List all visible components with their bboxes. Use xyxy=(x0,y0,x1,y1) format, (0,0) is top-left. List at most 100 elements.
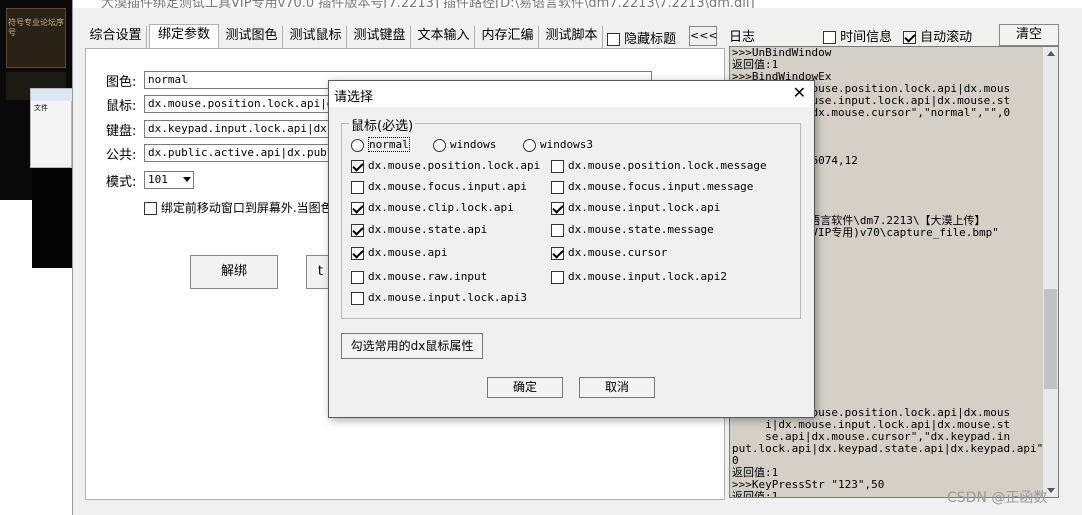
radio-label: windows xyxy=(450,138,497,151)
mode-select[interactable]: 101 xyxy=(144,171,194,189)
option-checkbox[interactable] xyxy=(351,159,364,173)
option-dx-mouse-position-lock-message[interactable]: dx.mouse.position.lock.message xyxy=(551,159,767,173)
display-label: 图色: xyxy=(106,75,137,90)
keypad-label: 键盘: xyxy=(106,124,137,139)
option-checkbox[interactable] xyxy=(551,246,564,260)
cancel-button[interactable]: 取消 xyxy=(579,377,655,398)
dialog-titlebar: 请选择 ✕ xyxy=(329,81,814,107)
radio-label: normal xyxy=(368,137,410,152)
hide-title-checkbox[interactable] xyxy=(607,33,620,46)
option-label: dx.mouse.raw.input xyxy=(368,270,488,283)
tab-bind-params[interactable]: 绑定参数 xyxy=(149,24,219,48)
option-label: dx.mouse.state.message xyxy=(568,223,714,236)
option-dx-mouse-raw-input[interactable]: dx.mouse.raw.input xyxy=(351,270,487,284)
log-title: 日志 xyxy=(729,30,756,45)
option-label: dx.mouse.input.lock.api xyxy=(568,201,721,214)
auto-scroll-option[interactable]: 自动滚动 xyxy=(903,26,972,45)
tab-text-input[interactable]: 文本输入 xyxy=(413,26,475,48)
option-dx-mouse-cursor[interactable]: dx.mouse.cursor xyxy=(551,246,667,260)
option-label: dx.mouse.input.lock.api3 xyxy=(368,291,527,304)
time-info-checkbox[interactable] xyxy=(823,31,836,44)
public-label: 公共: xyxy=(106,148,137,163)
option-label: dx.mouse.cursor xyxy=(568,246,668,259)
window-titlebar: 大漠插件绑定测试工具VIP专用v70.0 插件版本号[7.2213] 插件路径[… xyxy=(73,0,1082,8)
radio-button[interactable] xyxy=(351,138,364,152)
option-dx-mouse-input-lock-api[interactable]: dx.mouse.input.lock.api xyxy=(551,201,720,215)
option-label: dx.mouse.input.lock.api2 xyxy=(568,270,727,283)
move-window-label: 绑定前移动窗口到屏幕外.当图色 xyxy=(160,201,333,215)
option-label: dx.mouse.focus.input.message xyxy=(568,180,754,193)
option-dx-mouse-focus-input-message[interactable]: dx.mouse.focus.input.message xyxy=(551,180,753,194)
option-dx-mouse-input-lock-api3[interactable]: dx.mouse.input.lock.api3 xyxy=(351,291,527,305)
option-dx-mouse-position-lock-api[interactable]: dx.mouse.position.lock.api xyxy=(351,159,540,173)
option-label: dx.mouse.position.lock.message xyxy=(568,159,767,172)
watermark: CSDN @正函数 xyxy=(947,490,1048,506)
unbind-button[interactable]: 解绑 xyxy=(190,255,278,289)
close-icon[interactable]: ✕ xyxy=(793,84,806,102)
radio-option-windows3[interactable]: windows3 xyxy=(523,138,593,152)
option-checkbox[interactable] xyxy=(351,270,364,284)
tab-test-mouse[interactable]: 测试鼠标 xyxy=(285,26,347,48)
scroll-up-icon[interactable] xyxy=(1047,51,1055,56)
option-checkbox[interactable] xyxy=(551,180,564,194)
thumbnail-toolbar xyxy=(31,89,73,101)
select-dialog: 请选择 ✕ 鼠标(必选) normal windows windows3 dx.mou… xyxy=(328,80,815,418)
option-label: dx.mouse.clip.lock.api xyxy=(368,201,514,214)
log-scrollbar-thumb[interactable] xyxy=(1044,289,1057,389)
option-dx-mouse-input-lock-api2[interactable]: dx.mouse.input.lock.api2 xyxy=(551,270,727,284)
tab-test-script[interactable]: 测试脚本 xyxy=(541,26,603,48)
tab-general[interactable]: 综合设置 xyxy=(85,26,147,48)
background-dark-window xyxy=(32,168,72,268)
tab-test-keyboard[interactable]: 测试键盘 xyxy=(349,26,411,48)
clear-log-button[interactable]: 清空 xyxy=(999,24,1059,46)
chevron-down-icon[interactable] xyxy=(183,177,191,182)
ok-button[interactable]: 确定 xyxy=(487,377,563,398)
game-panel xyxy=(6,8,66,68)
game-text: 符号专业论坛序号 xyxy=(8,18,64,37)
hide-title-option[interactable]: 隐藏标题 xyxy=(607,28,676,47)
option-dx-mouse-state-api[interactable]: dx.mouse.state.api xyxy=(351,223,487,237)
dialog-title: 请选择 xyxy=(334,90,374,105)
time-info-option[interactable]: 时间信息 xyxy=(823,26,892,45)
option-dx-mouse-clip-lock-api[interactable]: dx.mouse.clip.lock.api xyxy=(351,201,514,215)
option-checkbox[interactable] xyxy=(551,270,564,284)
tab-memory-asm[interactable]: 内存汇编 xyxy=(477,26,539,48)
option-label: dx.mouse.focus.input.api xyxy=(368,180,527,193)
option-checkbox[interactable] xyxy=(551,201,564,215)
radio-option-normal[interactable]: normal xyxy=(351,137,410,152)
radio-label: windows3 xyxy=(540,138,593,151)
mode-value: 101 xyxy=(148,173,168,186)
option-checkbox[interactable] xyxy=(351,223,364,237)
mode-label: 模式: xyxy=(106,175,137,190)
option-dx-mouse-api[interactable]: dx.mouse.api xyxy=(351,246,447,260)
auto-scroll-checkbox[interactable] xyxy=(903,31,916,44)
log-scrollbar[interactable] xyxy=(1042,47,1058,497)
scroll-down-icon[interactable] xyxy=(1047,488,1055,493)
option-label: dx.mouse.state.api xyxy=(368,223,488,236)
thumbnail-label: 文件 xyxy=(34,104,48,112)
background-explorer-thumbnail: 文件 xyxy=(30,88,73,168)
option-label: dx.mouse.api xyxy=(368,246,448,259)
option-checkbox[interactable] xyxy=(551,223,564,237)
option-checkbox[interactable] xyxy=(551,159,564,173)
radio-button[interactable] xyxy=(523,138,536,152)
hide-title-label: 隐藏标题 xyxy=(624,32,677,47)
tab-scroll-button[interactable]: <<< xyxy=(689,26,718,46)
radio-option-windows[interactable]: windows xyxy=(433,138,496,152)
mouse-options-group xyxy=(341,123,801,319)
option-checkbox[interactable] xyxy=(351,201,364,215)
tab-test-color[interactable]: 测试图色 xyxy=(221,26,283,48)
option-dx-mouse-state-message[interactable]: dx.mouse.state.message xyxy=(551,223,714,237)
tab-bar: 综合设置 绑定参数 测试图色 测试鼠标 测试键盘 文本输入 内存汇编 测试脚本 … xyxy=(85,24,725,48)
select-common-button[interactable]: 勾选常用的dx鼠标属性 xyxy=(341,333,483,359)
option-checkbox[interactable] xyxy=(351,246,364,260)
option-checkbox[interactable] xyxy=(351,291,364,305)
option-label: dx.mouse.position.lock.api xyxy=(368,159,541,172)
time-info-label: 时间信息 xyxy=(840,30,893,45)
radio-button[interactable] xyxy=(433,138,446,152)
group-label: 鼠标(必选) xyxy=(349,115,416,134)
move-window-checkbox[interactable] xyxy=(144,202,157,215)
move-window-option[interactable]: 绑定前移动窗口到屏幕外.当图色 xyxy=(144,199,333,216)
option-dx-mouse-focus-input-api[interactable]: dx.mouse.focus.input.api xyxy=(351,180,527,194)
option-checkbox[interactable] xyxy=(351,180,364,194)
